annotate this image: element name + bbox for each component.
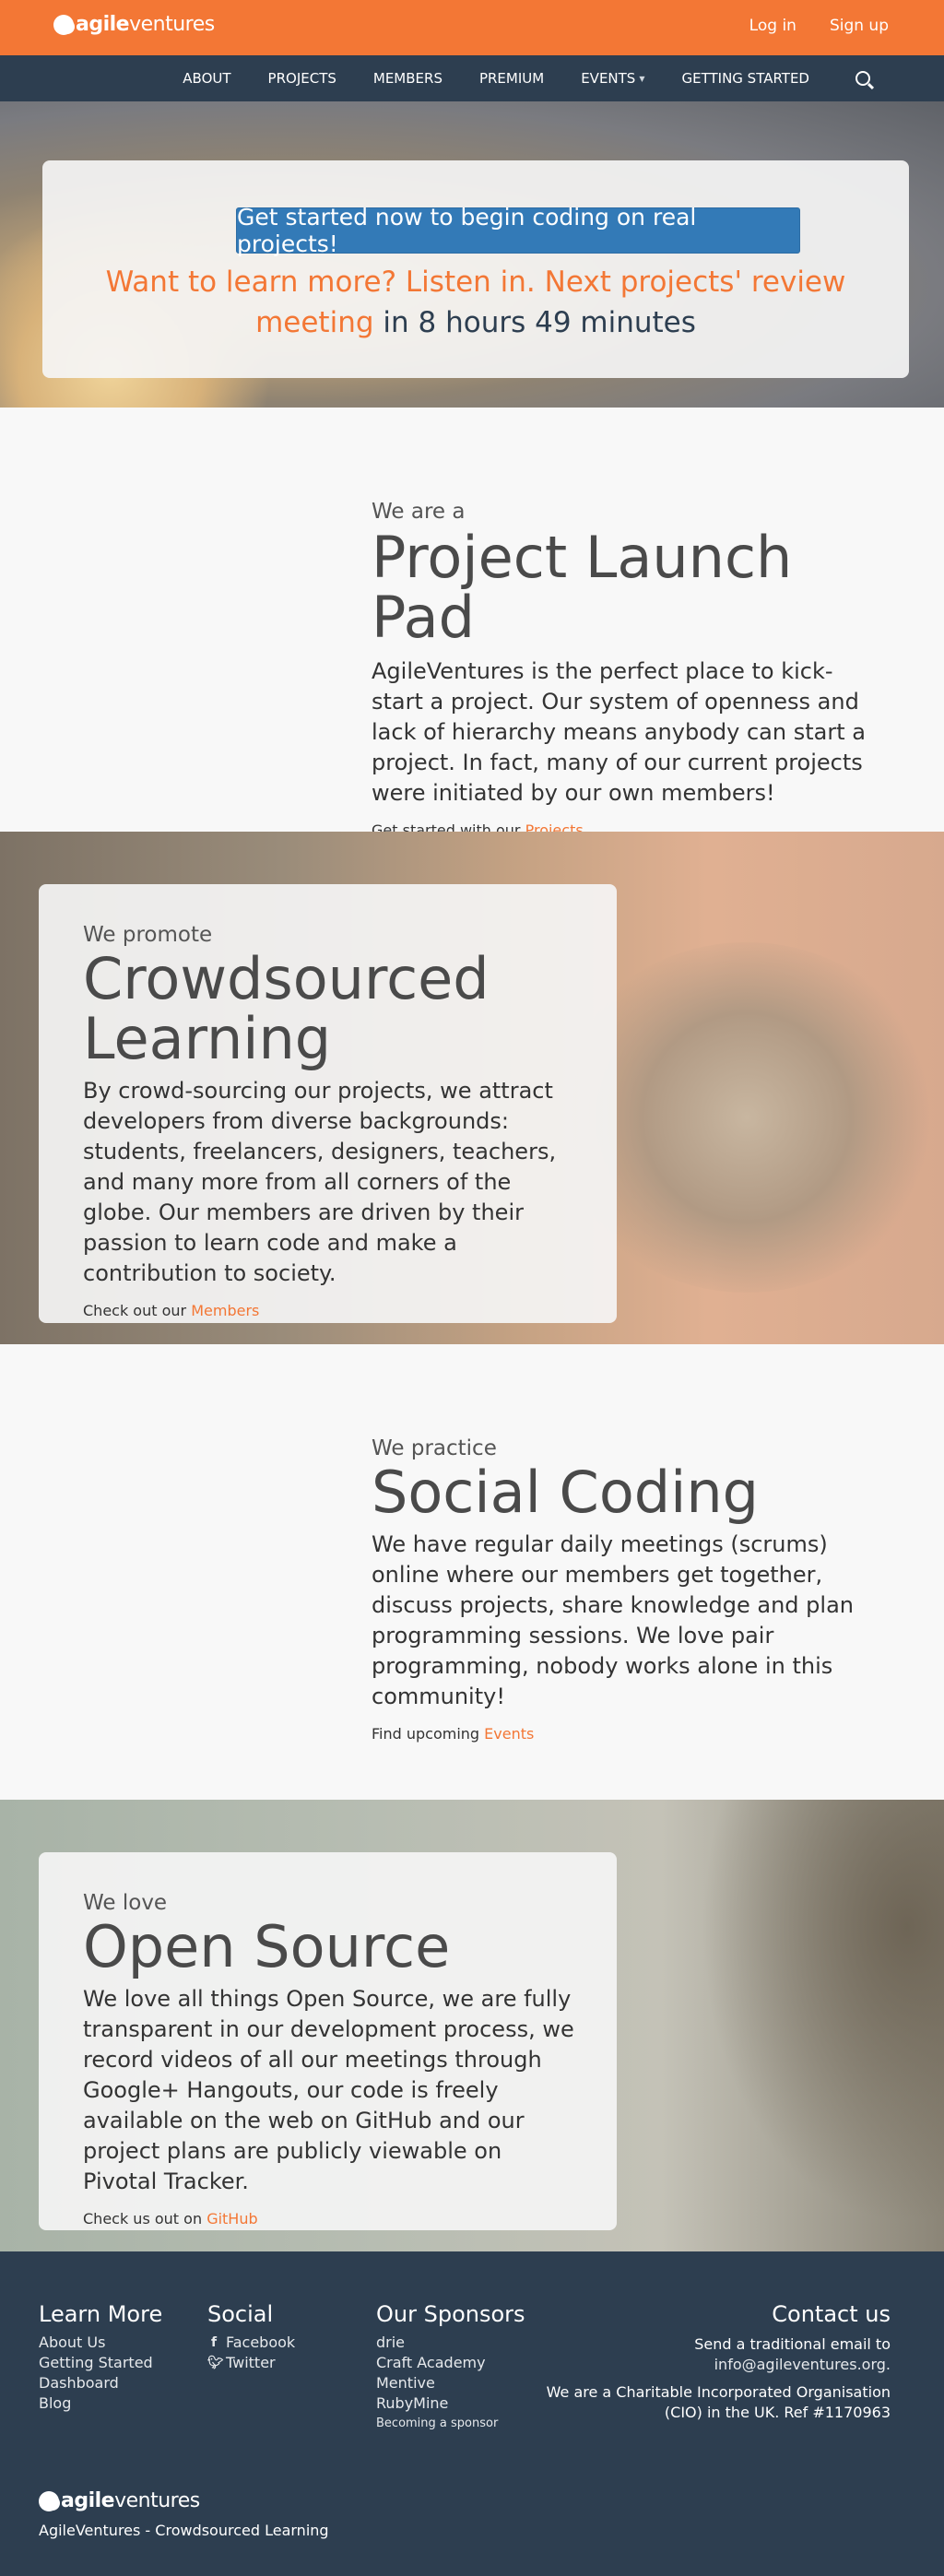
section-body: We love all things Open Source, we are f… bbox=[83, 1986, 574, 2195]
facebook-icon: f bbox=[210, 2335, 218, 2350]
signup-link[interactable]: Sign up bbox=[830, 17, 889, 35]
cta-prefix: Check out our bbox=[83, 1302, 187, 1320]
section-eyebrow: We promote bbox=[83, 923, 213, 947]
cta-prefix: Find upcoming bbox=[372, 1725, 480, 1743]
section-title-line2: Learning bbox=[83, 1005, 332, 1073]
facebook-label: Facebook bbox=[226, 2334, 296, 2351]
hero-review-line1: Want to learn more? Listen in. Next proj… bbox=[105, 266, 846, 299]
caret-down-icon: ▼ bbox=[639, 74, 645, 83]
logo-word-agile: agile bbox=[61, 2489, 115, 2512]
footer-link-blog[interactable]: Blog bbox=[39, 2393, 162, 2414]
section-title-line1: Crowdsourced bbox=[83, 945, 490, 1012]
nav-events-label: EVENTS bbox=[581, 70, 636, 87]
section-title: Social Coding bbox=[372, 1459, 759, 1526]
logo-mark-icon bbox=[53, 14, 75, 35]
sponsor-link-mentive[interactable]: Mentive bbox=[376, 2373, 525, 2393]
nav-about[interactable]: ABOUT bbox=[164, 70, 249, 87]
footer-social: Social f Facebook 🐦︎ Twitter bbox=[207, 2301, 295, 2373]
section-cta: Check us out on GitHub bbox=[83, 2210, 581, 2227]
footer-sponsors: Our Sponsors drie Craft Academy Mentive … bbox=[376, 2301, 525, 2434]
sponsor-link-craft-academy[interactable]: Craft Academy bbox=[376, 2353, 525, 2373]
footer-logo[interactable]: agile ventures bbox=[39, 2489, 200, 2512]
footer-heading: Social bbox=[207, 2301, 274, 2327]
sponsor-link-rubymine[interactable]: RubyMine bbox=[376, 2393, 525, 2414]
cta-prefix: Check us out on bbox=[83, 2210, 203, 2228]
footer-heading: Contact us bbox=[772, 2301, 891, 2327]
become-sponsor-link[interactable]: Becoming a sponsor bbox=[376, 2414, 525, 2434]
nav-events[interactable]: EVENTS ▼ bbox=[562, 70, 663, 87]
login-link[interactable]: Log in bbox=[749, 17, 796, 35]
members-link[interactable]: Members bbox=[191, 1302, 259, 1319]
section-cta: Check out our Members bbox=[83, 1302, 581, 1319]
agileventures-logo[interactable]: agile ventures bbox=[53, 13, 215, 36]
hero-review-line2: meeting in 8 hours 49 minutes bbox=[61, 302, 891, 343]
nav-search[interactable] bbox=[828, 71, 889, 86]
section-body: We have regular daily meetings (scrums) … bbox=[372, 1531, 854, 1710]
nav-members[interactable]: MEMBERS bbox=[355, 70, 461, 87]
nav-getting-started[interactable]: GETTING STARTED bbox=[663, 70, 828, 87]
footer-link-dashboard[interactable]: Dashboard bbox=[39, 2373, 162, 2393]
events-link[interactable]: Events bbox=[484, 1725, 534, 1743]
get-started-button[interactable]: Get started now to begin coding on real … bbox=[236, 204, 800, 257]
card-open-source: We love Open Source We love all things O… bbox=[39, 1852, 617, 2230]
contact-charity-line2: (CIO) in the UK. Ref #1170963 bbox=[664, 2404, 891, 2421]
section-title: Open Source bbox=[83, 1913, 451, 1980]
footer-link-about[interactable]: About Us bbox=[39, 2333, 162, 2353]
footer-link-facebook[interactable]: f Facebook bbox=[207, 2333, 295, 2353]
twitter-icon: 🐦︎ bbox=[207, 2356, 224, 2370]
logo-mark-icon bbox=[39, 2490, 60, 2511]
footer-link-twitter[interactable]: 🐦︎ Twitter bbox=[207, 2353, 295, 2373]
section-social-coding: We practice Social Coding We have regula… bbox=[0, 1344, 944, 1800]
github-link[interactable]: GitHub bbox=[206, 2210, 257, 2227]
meeting-countdown: in 8 hours 49 minutes bbox=[383, 306, 696, 339]
footer-learn-more: Learn More About Us Getting Started Dash… bbox=[39, 2301, 162, 2414]
section-eyebrow: We love bbox=[83, 1891, 168, 1915]
sponsor-link-drie[interactable]: drie bbox=[376, 2333, 525, 2353]
search-icon bbox=[856, 71, 870, 86]
meeting-link[interactable]: meeting bbox=[255, 306, 373, 339]
footer-contact: Contact us Send a traditional email to i… bbox=[547, 2301, 891, 2423]
section-body: AgileVentures is the perfect place to ki… bbox=[372, 658, 866, 807]
footer-link-getting-started[interactable]: Getting Started bbox=[39, 2353, 162, 2373]
logo-word-ventures: ventures bbox=[129, 13, 215, 36]
main-nav: ABOUT PROJECTS MEMBERS PREMIUM EVENTS ▼ G… bbox=[0, 55, 944, 101]
section-cta: Find upcoming Events bbox=[372, 1725, 869, 1743]
footer-tagline: AgileVentures - Crowdsourced Learning bbox=[39, 2522, 329, 2539]
section-body: By crowd-sourcing our projects, we attra… bbox=[83, 1078, 557, 1287]
section-eyebrow: We practice bbox=[372, 1436, 497, 1460]
section-eyebrow: We are a bbox=[372, 500, 466, 524]
top-bar: agile ventures Log in Sign up bbox=[0, 0, 944, 55]
logo-word-agile: agile bbox=[76, 13, 130, 36]
contact-charity-line1: We are a Charitable Incorporated Organis… bbox=[546, 2383, 891, 2401]
twitter-label: Twitter bbox=[226, 2354, 276, 2371]
hero-card: Get started now to begin coding on real … bbox=[42, 160, 909, 378]
footer-heading: Learn More bbox=[39, 2301, 163, 2327]
footer: Learn More About Us Getting Started Dash… bbox=[0, 2251, 944, 2576]
footer-heading: Our Sponsors bbox=[376, 2301, 525, 2327]
logo-word-ventures: ventures bbox=[114, 2489, 200, 2512]
nav-projects[interactable]: PROJECTS bbox=[250, 70, 355, 87]
section-title: Project Launch Pad bbox=[372, 524, 793, 652]
nav-premium[interactable]: PREMIUM bbox=[461, 70, 562, 87]
contact-line: Send a traditional email to bbox=[694, 2335, 891, 2353]
section-launch-pad: We are a Project Launch Pad AgileVenture… bbox=[0, 408, 944, 839]
contact-email-link[interactable]: info@agileventures.org. bbox=[547, 2355, 891, 2375]
card-crowdsourced: We promote Crowdsourced Learning By crow… bbox=[39, 884, 617, 1323]
